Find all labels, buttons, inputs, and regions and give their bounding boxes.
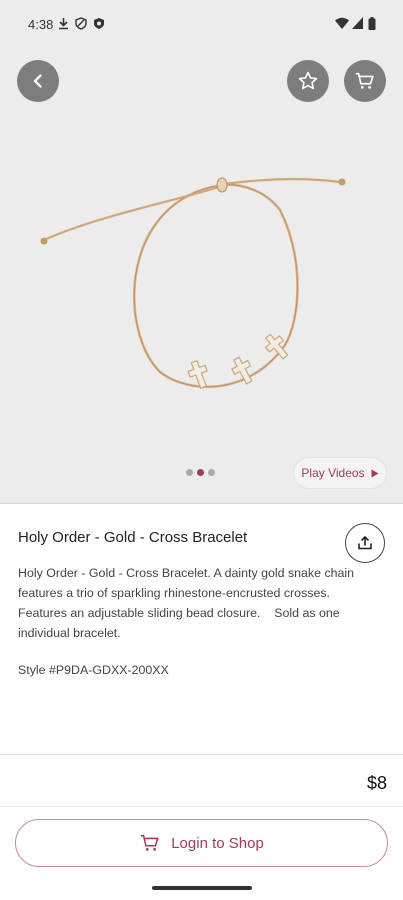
wifi-icon bbox=[335, 17, 349, 29]
hero-divider bbox=[0, 503, 403, 504]
product-price: $8 bbox=[366, 773, 387, 793]
play-icon bbox=[371, 469, 379, 477]
status-time: 4:38 bbox=[28, 17, 54, 32]
favorite-button[interactable] bbox=[287, 60, 329, 102]
image-pager bbox=[186, 469, 215, 476]
section-divider bbox=[0, 806, 403, 807]
pager-dot[interactable] bbox=[208, 469, 215, 476]
back-button[interactable] bbox=[17, 60, 59, 102]
download-icon bbox=[59, 18, 68, 30]
login-to-shop-button[interactable]: Login to Shop bbox=[15, 819, 388, 867]
login-to-shop-label: Login to Shop bbox=[171, 834, 264, 852]
play-videos-button[interactable]: Play Videos bbox=[293, 457, 387, 489]
cart-icon bbox=[355, 72, 374, 89]
pager-dot[interactable] bbox=[186, 469, 193, 476]
cell-signal-icon bbox=[352, 17, 363, 29]
section-divider bbox=[0, 754, 403, 755]
product-style-number: Style #P9DA-GDXX-200XX bbox=[18, 663, 169, 677]
cart-icon bbox=[141, 834, 159, 851]
product-image-area[interactable] bbox=[0, 0, 403, 503]
home-indicator[interactable] bbox=[152, 886, 252, 890]
product-title: Holy Order - Gold - Cross Bracelet bbox=[18, 529, 248, 546]
share-button[interactable] bbox=[345, 523, 385, 563]
share-icon bbox=[358, 536, 372, 550]
status-bar: 4:38 bbox=[0, 0, 403, 48]
bracelet-image bbox=[40, 177, 346, 390]
security-shield-icon bbox=[94, 18, 104, 29]
battery-icon bbox=[368, 17, 376, 30]
star-icon bbox=[298, 71, 318, 90]
product-description: Holy Order - Gold - Cross Bracelet. A da… bbox=[18, 566, 358, 640]
play-videos-label: Play Videos bbox=[301, 466, 365, 480]
vpn-shield-icon bbox=[75, 17, 87, 30]
pager-dot-active[interactable] bbox=[197, 469, 204, 476]
cart-button[interactable] bbox=[344, 60, 386, 102]
back-arrow-icon bbox=[33, 74, 42, 88]
